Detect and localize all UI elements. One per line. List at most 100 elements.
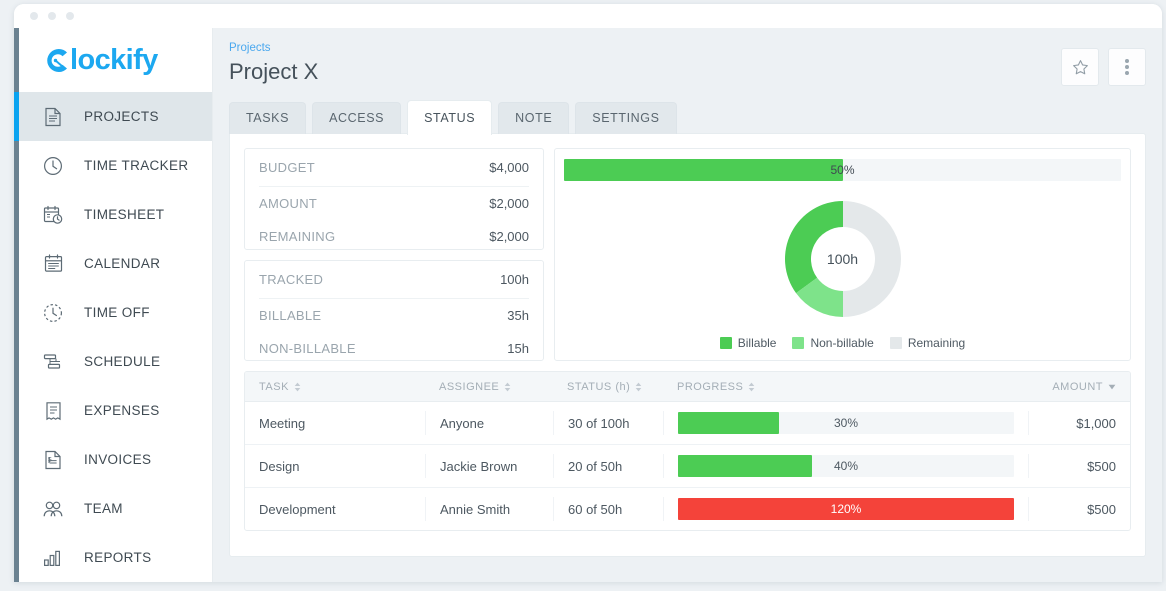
window-dot-maximize[interactable] xyxy=(66,12,74,20)
tracked-card: TRACKED 100h BILLABLE 35h NON-BILLABLE 1… xyxy=(244,260,544,361)
column-header-progress[interactable]: PROGRESS xyxy=(663,381,1028,393)
remaining-label: REMAINING xyxy=(259,229,336,244)
non-billable-label: NON-BILLABLE xyxy=(259,341,356,356)
column-label: AMOUNT xyxy=(1052,380,1103,393)
sidebar-item-label: CALENDAR xyxy=(84,256,161,271)
tab-tasks[interactable]: TASKS xyxy=(229,102,307,134)
remaining-row: REMAINING $2,000 xyxy=(259,220,529,253)
column-header-status[interactable]: STATUS (h) xyxy=(553,381,663,393)
window-dot-close[interactable] xyxy=(30,12,38,20)
page-title: Project X xyxy=(229,59,319,84)
billable-row: BILLABLE 35h xyxy=(259,299,529,332)
cell-task: Development xyxy=(259,501,336,517)
sidebar-item-label: TIME OFF xyxy=(84,305,150,320)
legend-label: Remaining xyxy=(907,336,966,350)
column-label: ASSIGNEE xyxy=(439,380,500,393)
sidebar-item-projects[interactable]: PROJECTS xyxy=(14,92,212,141)
logo-wordmark: lockify xyxy=(70,43,158,76)
app-window: lockify PROJECTS TIME TRACKER TIMESHEET … xyxy=(14,4,1162,582)
column-label: PROGRESS xyxy=(677,380,744,393)
tab-status[interactable]: STATUS xyxy=(407,100,493,135)
column-header-assignee[interactable]: ASSIGNEE xyxy=(425,381,553,393)
window-dot-minimize[interactable] xyxy=(48,12,56,20)
table-header: TASK ASSIGNEE STATUS (h) PROGRESS AMOUNT xyxy=(245,372,1130,402)
sidebar-item-expenses[interactable]: EXPENSES xyxy=(14,386,212,435)
document-icon xyxy=(42,106,64,128)
progress-track: 30% xyxy=(678,412,1014,434)
overall-progress-label: 50% xyxy=(830,163,855,177)
overall-progress-fill xyxy=(564,159,843,181)
sidebar-item-reports[interactable]: REPORTS xyxy=(14,533,212,582)
clockify-c-icon xyxy=(47,48,67,72)
table-row[interactable]: Development Annie Smith 60 of 50h 120% $… xyxy=(245,488,1130,530)
column-label: STATUS (h) xyxy=(567,380,631,393)
tracked-row: TRACKED 100h xyxy=(259,261,529,299)
amount-label: AMOUNT xyxy=(259,196,318,211)
progress-track: 40% xyxy=(678,455,1014,477)
stats-column: BUDGET $4,000 AMOUNT $2,000 REMAINING $2… xyxy=(244,148,544,361)
star-icon xyxy=(1072,59,1088,74)
table-row[interactable]: Design Jackie Brown 20 of 50h 40% $500 xyxy=(245,445,1130,488)
legend-swatch-billable xyxy=(719,337,732,349)
tab-note[interactable]: NOTE xyxy=(498,102,570,134)
cell-assignee: Jackie Brown xyxy=(425,454,553,478)
sidebar-item-team[interactable]: TEAM xyxy=(14,484,212,533)
donut-segment-billable xyxy=(784,200,843,293)
more-options-button[interactable] xyxy=(1108,48,1146,86)
breadcrumb-projects[interactable]: Projects xyxy=(229,42,318,54)
sidebar-item-timesheet[interactable]: TIMESHEET xyxy=(14,190,212,239)
column-label: TASK xyxy=(259,380,289,393)
tab-settings[interactable]: SETTINGS xyxy=(575,102,677,134)
billable-value: 35h xyxy=(507,308,529,323)
sidebar: lockify PROJECTS TIME TRACKER TIMESHEET … xyxy=(14,28,213,582)
sidebar-item-time-off[interactable]: TIME OFF xyxy=(14,288,212,337)
chart-legend: Billable Non-billable Remaining xyxy=(564,336,1121,352)
page-header: Projects Project X xyxy=(229,42,1146,87)
tab-bar: TASKS ACCESS STATUS NOTE SETTINGS xyxy=(229,99,1146,135)
remaining-value: $2,000 xyxy=(489,229,529,244)
sidebar-item-label: PROJECTS xyxy=(84,109,159,124)
tab-access[interactable]: ACCESS xyxy=(312,102,402,134)
cell-amount: $500 xyxy=(1028,454,1130,478)
cell-progress: 120% xyxy=(663,497,1028,521)
overall-progress-bar: 50% xyxy=(564,159,1121,181)
donut-center-label: 100h xyxy=(826,250,859,267)
column-header-amount[interactable]: AMOUNT xyxy=(1028,381,1130,393)
cell-progress: 40% xyxy=(663,454,1028,478)
sort-icon xyxy=(294,382,301,392)
progress-label: 120% xyxy=(830,502,862,516)
clock-dashed-icon xyxy=(42,302,64,324)
non-billable-row: NON-BILLABLE 15h xyxy=(259,332,529,365)
tracked-label: TRACKED xyxy=(259,272,324,287)
cell-task: Design xyxy=(259,458,300,474)
budget-row: BUDGET $4,000 xyxy=(259,149,529,187)
sidebar-item-label: TIME TRACKER xyxy=(84,158,189,173)
sort-desc-icon xyxy=(1108,384,1116,390)
favorite-button[interactable] xyxy=(1061,48,1099,86)
legend-item-non-billable: Non-billable xyxy=(792,336,874,350)
header-actions xyxy=(1061,42,1146,86)
people-icon xyxy=(42,498,64,520)
budget-value: $4,000 xyxy=(489,160,529,175)
sidebar-item-invoices[interactable]: $ INVOICES xyxy=(14,435,212,484)
logo[interactable]: lockify xyxy=(14,28,212,92)
sidebar-item-label: TIMESHEET xyxy=(84,207,165,222)
sidebar-item-label: REPORTS xyxy=(84,550,152,565)
sidebar-item-schedule[interactable]: SCHEDULE xyxy=(14,337,212,386)
sidebar-item-time-tracker[interactable]: TIME TRACKER xyxy=(14,141,212,190)
bar-chart-icon xyxy=(42,547,64,569)
main-content: Projects Project X TASKS ACCESS STATUS N… xyxy=(213,28,1162,582)
cell-status: 20 of 50h xyxy=(553,454,663,478)
cell-amount: $1,000 xyxy=(1028,411,1130,435)
task-table: TASK ASSIGNEE STATUS (h) PROGRESS AMOUNT… xyxy=(244,371,1131,531)
column-header-task[interactable]: TASK xyxy=(245,381,425,393)
sidebar-item-calendar[interactable]: CALENDAR xyxy=(14,239,212,288)
tracked-value: 100h xyxy=(500,272,529,287)
table-row[interactable]: Meeting Anyone 30 of 100h 30% $1,000 xyxy=(245,402,1130,445)
legend-swatch-non-billable xyxy=(792,337,805,349)
legend-swatch-remaining xyxy=(889,337,902,349)
cell-progress: 30% xyxy=(663,411,1028,435)
progress-label: 30% xyxy=(833,416,859,430)
sort-icon xyxy=(635,382,642,392)
calendar-clock-icon xyxy=(42,204,64,226)
